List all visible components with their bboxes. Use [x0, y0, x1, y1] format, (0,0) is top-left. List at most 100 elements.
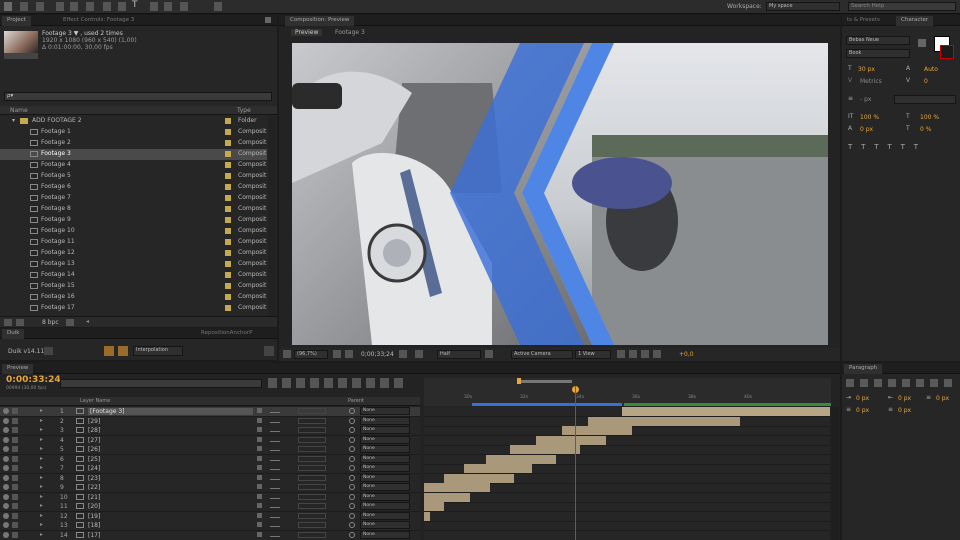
shy-switch-icon[interactable]	[257, 427, 262, 432]
label-color-swatch[interactable]	[225, 184, 231, 190]
layer-name[interactable]: [23]	[88, 475, 100, 482]
shy-switch-icon[interactable]	[257, 531, 262, 537]
zoom-dropdown[interactable]: (96,7%)	[294, 350, 328, 359]
expand-layer-icon[interactable]: ▸	[40, 464, 43, 471]
parent-pickwhip-icon[interactable]	[349, 455, 355, 462]
expand-layer-icon[interactable]: ▸	[40, 417, 43, 424]
timeline-layer-row[interactable]: ▸ 4 [27] None	[0, 435, 420, 446]
views-dropdown[interactable]: 1 View	[575, 350, 611, 359]
switch-boxes[interactable]	[298, 455, 326, 462]
audio-icon[interactable]	[12, 474, 18, 481]
switch-boxes[interactable]	[298, 484, 326, 490]
camera-tool-icon[interactable]	[70, 2, 78, 11]
vscale-value[interactable]: 100 %	[860, 114, 879, 121]
layer-name[interactable]: [21]	[88, 494, 100, 501]
expand-layer-icon[interactable]: ▸	[40, 455, 43, 462]
label-color-swatch[interactable]	[225, 162, 231, 168]
shy-switch-icon[interactable]	[257, 455, 262, 461]
hscale-value[interactable]: 100 %	[920, 114, 939, 121]
timeline-layer-row[interactable]: ▸ 10 [21] None	[0, 492, 420, 503]
timeline-layer-row[interactable]: ▸ 14 [17] None	[0, 530, 420, 540]
project-item-row[interactable]: Footage 12 Composit	[0, 248, 267, 259]
visibility-eye-icon[interactable]	[3, 531, 9, 538]
tab-footage-sub[interactable]: Footage 3	[335, 29, 365, 36]
exposure-value[interactable]: +0,0	[679, 351, 694, 358]
parent-pickwhip-icon[interactable]	[349, 493, 355, 500]
tab-character[interactable]: Character	[896, 16, 934, 26]
parent-dropdown[interactable]: None	[360, 521, 410, 529]
expand-layer-icon[interactable]: ▸	[40, 531, 43, 538]
label-color-swatch[interactable]	[225, 272, 231, 278]
parent-dropdown[interactable]: None	[360, 473, 410, 482]
timeline-layer-row[interactable]: ▸ 7 [24] None	[0, 464, 420, 474]
visibility-eye-icon[interactable]	[3, 408, 9, 414]
layer-duration-bar[interactable]	[424, 483, 490, 492]
parent-dropdown[interactable]: None	[360, 502, 410, 510]
label-color-swatch[interactable]	[225, 217, 231, 223]
puppet-tool-icon[interactable]	[214, 2, 222, 11]
tab-duik[interactable]: Duik	[2, 329, 25, 339]
label-color-swatch[interactable]	[225, 294, 231, 300]
panel-menu-icon[interactable]	[265, 17, 271, 23]
text-tool-icon[interactable]: T	[132, 0, 138, 10]
switch-boxes[interactable]	[298, 512, 326, 519]
layer-name[interactable]: [25]	[88, 456, 100, 463]
parent-dropdown[interactable]: None	[360, 445, 410, 453]
label-color-swatch[interactable]	[225, 283, 231, 289]
layer-name[interactable]: [18]	[88, 522, 100, 529]
label-color-swatch[interactable]	[225, 195, 231, 201]
project-item-row[interactable]: Footage 15 Composit	[0, 281, 267, 292]
timeline-layer-row[interactable]: ▸ 13 [18] None	[0, 521, 420, 531]
audio-icon[interactable]	[12, 427, 18, 433]
layer-name[interactable]: [24]	[88, 465, 100, 472]
bit-depth-label[interactable]: 8 bpc	[42, 319, 59, 326]
duik-mode-dropdown[interactable]: Interpolation	[133, 346, 183, 356]
search-help-input[interactable]: Search Help	[848, 2, 956, 11]
shy-switch-icon[interactable]	[257, 446, 262, 451]
parent-pickwhip-icon[interactable]	[349, 436, 355, 443]
visibility-eye-icon[interactable]	[3, 474, 9, 481]
parent-pickwhip-icon[interactable]	[349, 417, 355, 424]
visibility-eye-icon[interactable]	[3, 512, 9, 519]
timeline-layer-row[interactable]: ▸ 11 [20] None	[0, 502, 420, 512]
timeline-layer-row[interactable]: ▸ 2 [29] None	[0, 416, 420, 427]
switch-boxes[interactable]	[298, 436, 326, 443]
layer-name[interactable]: [22]	[88, 484, 100, 491]
visibility-eye-icon[interactable]	[3, 493, 9, 500]
timeline-search-input[interactable]	[60, 379, 262, 388]
project-item-row[interactable]: Footage 16 Composit	[0, 292, 267, 303]
time-ruler[interactable]: 30s 32s 34s 36s 38s 40s	[424, 378, 831, 406]
viewer-timecode[interactable]: 0;00;33;24	[361, 351, 394, 358]
label-color-swatch[interactable]	[225, 129, 231, 135]
layer-name[interactable]: [26]	[88, 446, 100, 453]
interpret-footage-icon[interactable]	[4, 319, 12, 326]
layer-duration-bar[interactable]	[622, 407, 830, 416]
label-color-swatch[interactable]	[225, 173, 231, 179]
timeline-switch-icons[interactable]	[268, 378, 418, 388]
timeline-layer-row[interactable]: ▸ 12 [19] None	[0, 511, 420, 522]
stroke-type-dropdown[interactable]	[894, 95, 956, 104]
timeline-layer-row[interactable]: ▸ 1 [Footage 3] None	[0, 407, 420, 417]
parent-dropdown[interactable]: None	[360, 435, 410, 444]
parent-dropdown[interactable]: None	[360, 407, 410, 415]
font-family-dropdown[interactable]: Bebas Neue	[846, 36, 910, 45]
timeline-layer-row[interactable]: ▸ 6 [25] None	[0, 454, 420, 465]
label-color-swatch[interactable]	[225, 305, 231, 311]
tab-paragraph[interactable]: Paragraph	[844, 364, 883, 374]
shy-switch-icon[interactable]	[257, 474, 262, 480]
fx-switch-icon[interactable]	[270, 475, 280, 480]
expand-triangle-icon[interactable]: ▾	[12, 117, 15, 124]
pan-behind-tool-icon[interactable]	[86, 2, 94, 11]
parent-pickwhip-icon[interactable]	[349, 531, 355, 538]
project-search-input[interactable]: ρ▾	[4, 92, 272, 101]
fx-switch-icon[interactable]	[270, 446, 280, 451]
project-folder-row[interactable]: ▾ ADD FOOTAGE 2 Folder	[0, 116, 267, 127]
expand-layer-icon[interactable]: ▸	[40, 474, 43, 481]
stroke-width-value[interactable]: - px	[860, 96, 871, 103]
visibility-eye-icon[interactable]	[3, 455, 9, 462]
fx-switch-icon[interactable]	[270, 513, 280, 518]
expand-layer-icon[interactable]: ▸	[40, 407, 43, 414]
switch-boxes[interactable]	[298, 522, 326, 528]
rotate-tool-icon[interactable]	[56, 2, 64, 11]
project-item-row[interactable]: Footage 8 Composit	[0, 204, 267, 215]
